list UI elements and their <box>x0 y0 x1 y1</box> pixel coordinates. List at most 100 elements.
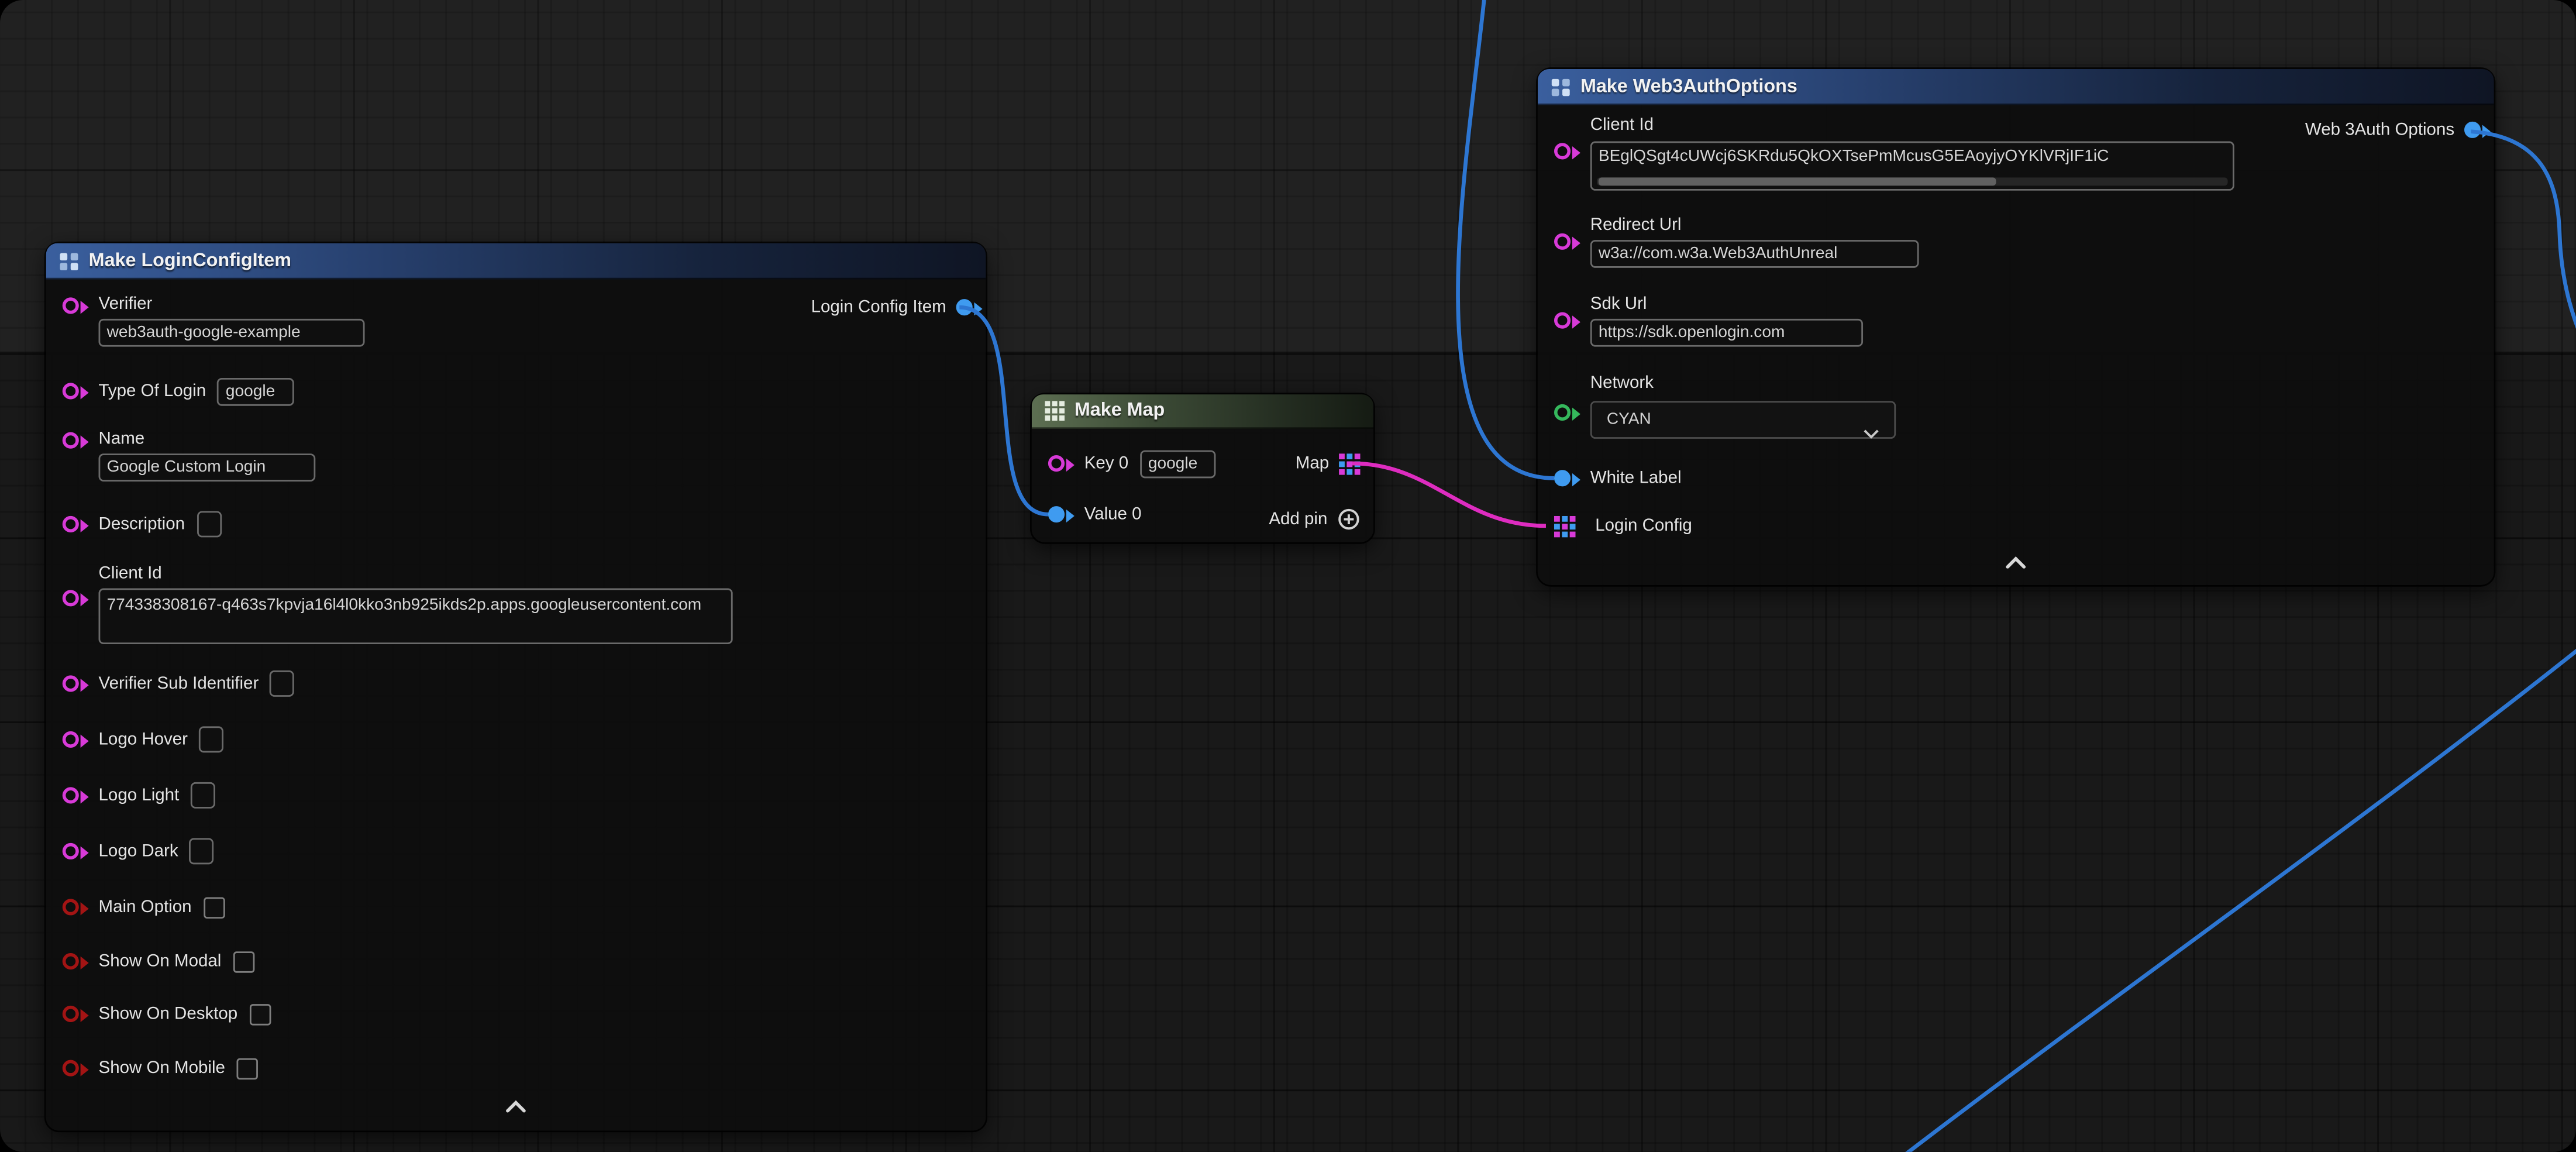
pin-label-show-on-desktop: Show On Desktop <box>99 1003 238 1025</box>
client-id-input[interactable]: 774338308167-q463s7kpvja16l4l0kko3nb925i… <box>99 589 733 644</box>
name-input[interactable]: Google Custom Login <box>99 453 316 482</box>
network-selected-value: CYAN <box>1607 411 1651 429</box>
pin-login-config[interactable] <box>1554 515 1576 537</box>
pin-label-sdk-url: Sdk Url <box>1590 294 1863 316</box>
type-of-login-input[interactable]: google <box>218 377 295 405</box>
pin-client-id[interactable] <box>63 590 79 606</box>
pin-row-white-label: White Label <box>1554 465 1682 491</box>
pin-row-show-on-desktop: Show On Desktop <box>63 1000 271 1027</box>
pin-row-output: Web 3Auth Options <box>2305 116 2481 143</box>
verifier-input[interactable]: web3auth-google-example <box>99 319 365 347</box>
node-header-make-loginconfigitem[interactable]: Make LoginConfigItem <box>46 243 986 280</box>
pin-client-id[interactable] <box>1554 143 1571 159</box>
pin-main-option[interactable] <box>63 899 79 915</box>
pin-row-network: Network CYAN <box>1554 373 1896 439</box>
pin-verifier-sub-identifier[interactable] <box>63 675 79 692</box>
pin-label-show-on-mobile: Show On Mobile <box>99 1057 225 1079</box>
pin-row-login-config: Login Config <box>1554 513 1692 539</box>
collapse-node-button[interactable] <box>2005 555 2027 568</box>
pin-row-name: Name Google Custom Login <box>63 429 316 482</box>
pin-description[interactable] <box>63 516 79 532</box>
node-header-make-web3authoptions[interactable]: Make Web3AuthOptions <box>1538 69 2494 105</box>
pin-network[interactable] <box>1554 404 1571 421</box>
redirect-url-input[interactable]: w3a://com.w3a.Web3AuthUnreal <box>1590 240 1919 268</box>
collapse-node-button[interactable] <box>504 1099 527 1112</box>
show-on-modal-checkbox[interactable] <box>233 951 254 972</box>
pin-row-logo-dark: Logo Dark <box>63 838 215 864</box>
node-header-make-map[interactable]: Make Map <box>1032 394 1373 429</box>
chevron-up-icon <box>504 1099 527 1112</box>
pin-logo-dark[interactable] <box>63 843 79 859</box>
sdk-url-input[interactable]: https://sdk.openlogin.com <box>1590 319 1863 347</box>
pin-label-network: Network <box>1590 373 1896 395</box>
pin-label-logo-hover: Logo Hover <box>99 729 188 751</box>
pin-label-redirect-url: Redirect Url <box>1590 215 1919 237</box>
pin-output-login-config-item[interactable] <box>956 299 973 315</box>
pin-white-label[interactable] <box>1554 470 1571 486</box>
wire-map-to-loginconfig[interactable] <box>1352 463 1546 526</box>
logo-hover-input[interactable] <box>199 726 224 752</box>
pin-output-web3auth-options[interactable] <box>2464 122 2481 138</box>
pin-logo-hover[interactable] <box>63 731 79 748</box>
scrollbar-thumb[interactable] <box>1599 177 1996 185</box>
pin-row-show-on-mobile: Show On Mobile <box>63 1055 258 1081</box>
pin-row-show-on-modal: Show On Modal <box>63 948 254 975</box>
map-container-icon <box>1045 401 1065 421</box>
logo-dark-input[interactable] <box>190 838 214 864</box>
pin-logo-light[interactable] <box>63 787 79 803</box>
pin-label-main-option: Main Option <box>99 896 192 918</box>
node-make-loginconfigitem[interactable]: Make LoginConfigItem Login Config Item V… <box>46 243 986 1131</box>
main-option-checkbox[interactable] <box>203 896 225 918</box>
pin-row-logo-hover: Logo Hover <box>63 726 224 752</box>
pin-row-logo-light: Logo Light <box>63 782 215 809</box>
pin-row-sdk-url: Sdk Url https://sdk.openlogin.com <box>1554 294 1863 347</box>
key-0-input[interactable]: google <box>1140 449 1215 477</box>
pin-label-login-config: Login Config <box>1595 515 1692 537</box>
network-select[interactable]: CYAN <box>1590 401 1896 439</box>
node-title: Make LoginConfigItem <box>89 250 291 270</box>
add-pin-button[interactable] <box>1337 508 1360 531</box>
pin-row-map-output: Map <box>1296 451 1361 477</box>
pin-show-on-modal[interactable] <box>63 953 79 969</box>
pin-show-on-desktop[interactable] <box>63 1006 79 1022</box>
node-make-web3authoptions[interactable]: Make Web3AuthOptions Web 3Auth Options C… <box>1538 69 2494 585</box>
description-input[interactable] <box>197 511 221 537</box>
show-on-mobile-checkbox[interactable] <box>237 1057 259 1079</box>
pin-row-verifier-sub-identifier: Verifier Sub Identifier <box>63 670 295 697</box>
pin-label-map: Map <box>1296 453 1329 474</box>
pin-label-verifier-sub-identifier: Verifier Sub Identifier <box>99 673 259 694</box>
pin-label-key-0: Key 0 <box>1084 453 1128 474</box>
logo-light-input[interactable] <box>191 782 215 809</box>
wire-offscreen-diagonal[interactable] <box>1889 641 2576 1151</box>
pin-type-of-login[interactable] <box>63 383 79 399</box>
node-make-map[interactable]: Make Map Key 0 google Map Value 0 Add pi… <box>1032 394 1373 542</box>
pin-label-client-id: Client Id <box>1590 115 2234 137</box>
pin-key-0[interactable] <box>1048 455 1065 472</box>
show-on-desktop-checkbox[interactable] <box>249 1003 271 1025</box>
pin-label-logo-light: Logo Light <box>99 785 180 806</box>
graph-canvas[interactable]: Make LoginConfigItem Login Config Item V… <box>0 0 2576 1152</box>
pin-row-key-0: Key 0 google <box>1048 451 1215 477</box>
verifier-sub-identifier-input[interactable] <box>270 670 295 697</box>
pin-row-verifier: Verifier web3auth-google-example <box>63 294 365 347</box>
pin-sdk-url[interactable] <box>1554 312 1571 329</box>
pin-name[interactable] <box>63 432 79 449</box>
pin-label-web3auth-options: Web 3Auth Options <box>2305 119 2454 141</box>
make-struct-icon <box>1551 77 1571 97</box>
pin-label-show-on-modal: Show On Modal <box>99 951 222 972</box>
pin-label-description: Description <box>99 514 185 535</box>
client-id-input[interactable]: BEglQSgt4cUWcj6SKRdu5QkOXTsePmMcusG5EAoy… <box>1590 142 2234 191</box>
chevron-up-icon <box>2005 555 2027 568</box>
pin-verifier[interactable] <box>63 297 79 314</box>
pin-row-value-0: Value 0 <box>1048 501 1142 528</box>
pin-row-type-of-login: Type Of Login google <box>63 378 295 404</box>
pin-label-white-label: White Label <box>1590 467 1682 489</box>
pin-redirect-url[interactable] <box>1554 233 1571 250</box>
node-title: Make Web3AuthOptions <box>1580 77 1797 97</box>
pin-label-type-of-login: Type Of Login <box>99 380 206 402</box>
client-id-scrollbar[interactable] <box>1597 177 2228 185</box>
pin-show-on-mobile[interactable] <box>63 1060 79 1077</box>
pin-output-map[interactable] <box>1339 453 1361 474</box>
pin-value-0[interactable] <box>1048 506 1065 522</box>
pin-label-value-0: Value 0 <box>1084 504 1142 525</box>
